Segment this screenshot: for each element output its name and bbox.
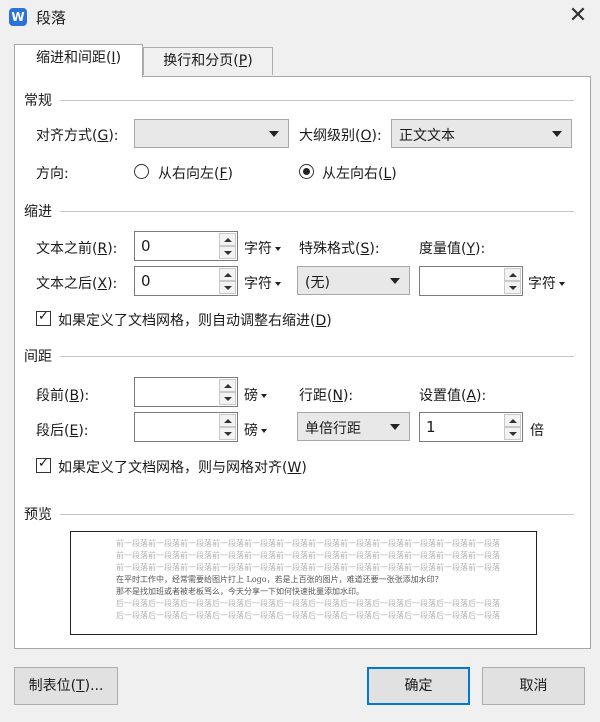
chevron-down-icon bbox=[269, 131, 279, 137]
preview-line-before: 前一段落前一段落前一段落前一段落前一段落前一段落前一段落前一段落前一段落前一段落… bbox=[116, 539, 500, 548]
rtl-radio[interactable] bbox=[134, 164, 149, 179]
preview-sample-line: 在平时工作中，经常需要给图片打上 Logo，若是上百张的图片，难道还要一张张添加… bbox=[116, 575, 443, 584]
section-divider bbox=[60, 356, 574, 357]
tabs-button[interactable]: 制表位(T)... bbox=[14, 667, 118, 705]
dropdown-arrow-icon bbox=[261, 429, 267, 433]
increment-icon[interactable] bbox=[504, 268, 521, 281]
dialog-title: 段落 bbox=[36, 9, 67, 27]
section-divider bbox=[60, 514, 574, 515]
indent-after-stepper[interactable]: 0 bbox=[134, 266, 238, 296]
indent-before-label: 文本之前(R): bbox=[36, 241, 118, 257]
indent-after-unit[interactable]: 字符 bbox=[244, 273, 281, 293]
preview-line-after: 后一段落后一段落后一段落后一段落后一段落后一段落后一段落后一段落后一段落后一段落… bbox=[116, 611, 500, 620]
indent-after-label: 文本之后(X): bbox=[36, 276, 118, 292]
rtl-radio-label[interactable]: 从右向左(F) bbox=[158, 163, 233, 183]
close-icon[interactable]: ✕ bbox=[567, 4, 589, 28]
space-before-unit[interactable]: 磅 bbox=[244, 385, 267, 405]
chevron-down-icon bbox=[552, 131, 562, 137]
tab-indent-spacing[interactable]: 缩进和间距(I) bbox=[14, 44, 143, 77]
auto-adjust-indent-checkbox[interactable] bbox=[36, 309, 51, 326]
increment-icon[interactable] bbox=[219, 268, 236, 281]
setting-value-stepper[interactable]: 1 bbox=[419, 412, 523, 442]
indent-before-stepper[interactable]: 0 bbox=[134, 231, 238, 261]
cancel-button[interactable]: 取消 bbox=[482, 667, 585, 705]
line-spacing-select[interactable]: 单倍行距 bbox=[297, 412, 410, 441]
dropdown-arrow-icon bbox=[559, 282, 565, 286]
increment-icon[interactable] bbox=[504, 414, 521, 427]
increment-icon[interactable] bbox=[219, 414, 236, 427]
special-format-label: 特殊格式(S): bbox=[299, 241, 380, 257]
decrement-icon[interactable] bbox=[219, 246, 236, 259]
increment-icon[interactable] bbox=[219, 233, 236, 246]
special-format-select[interactable]: (无) bbox=[297, 266, 410, 295]
paragraph-preview: 前一段落前一段落前一段落前一段落前一段落前一段落前一段落前一段落前一段落前一段落… bbox=[70, 531, 537, 635]
dropdown-arrow-icon bbox=[275, 282, 281, 286]
space-before-label: 段前(B): bbox=[36, 388, 90, 404]
auto-adjust-indent-label[interactable]: 如果定义了文档网格，则自动调整右缩进(D) bbox=[58, 310, 332, 330]
space-before-stepper[interactable] bbox=[134, 377, 238, 407]
decrement-icon[interactable] bbox=[504, 281, 521, 294]
section-indent-title: 缩进 bbox=[24, 204, 52, 220]
setting-value-unit: 倍 bbox=[530, 423, 544, 439]
preview-sample-line: 那不是找加班或者被老板骂么，今天分享一下如何快速批量添加水印。 bbox=[116, 587, 364, 596]
outline-level-select[interactable]: 正文文本 bbox=[391, 119, 572, 148]
chevron-down-icon bbox=[390, 424, 400, 430]
section-general-title: 常规 bbox=[24, 93, 52, 109]
preview-line-before: 前一段落前一段落前一段落前一段落前一段落前一段落前一段落前一段落前一段落前一段落… bbox=[116, 563, 500, 572]
measure-stepper[interactable] bbox=[419, 266, 523, 296]
alignment-label: 对齐方式(G): bbox=[36, 128, 119, 144]
dropdown-arrow-icon bbox=[261, 394, 267, 398]
title-bar: W 段落 ✕ bbox=[0, 0, 600, 34]
chevron-down-icon bbox=[390, 278, 400, 284]
dropdown-arrow-icon bbox=[275, 247, 281, 251]
section-preview-title: 预览 bbox=[24, 507, 52, 523]
line-spacing-label: 行距(N): bbox=[299, 388, 354, 404]
wps-writer-icon: W bbox=[9, 8, 27, 26]
decrement-icon[interactable] bbox=[219, 427, 236, 440]
decrement-icon[interactable] bbox=[219, 281, 236, 294]
preview-line-after: 后一段落后一段落后一段落后一段落后一段落后一段落后一段落后一段落后一段落后一段落… bbox=[116, 599, 500, 608]
section-spacing-title: 间距 bbox=[24, 349, 52, 365]
measure-unit[interactable]: 字符 bbox=[528, 273, 565, 293]
measure-label: 度量值(Y): bbox=[419, 241, 486, 257]
increment-icon[interactable] bbox=[219, 379, 236, 392]
space-after-unit[interactable]: 磅 bbox=[244, 420, 267, 440]
direction-label: 方向: bbox=[36, 166, 69, 182]
snap-to-grid-checkbox[interactable] bbox=[36, 456, 51, 473]
ltr-radio[interactable] bbox=[299, 164, 314, 179]
decrement-icon[interactable] bbox=[219, 392, 236, 405]
snap-to-grid-label[interactable]: 如果定义了文档网格，则与网格对齐(W) bbox=[58, 457, 307, 477]
decrement-icon[interactable] bbox=[504, 427, 521, 440]
preview-line-before: 前一段落前一段落前一段落前一段落前一段落前一段落前一段落前一段落前一段落前一段落… bbox=[116, 551, 500, 560]
section-divider bbox=[60, 211, 574, 212]
ok-button[interactable]: 确定 bbox=[367, 667, 470, 705]
tab-line-page-breaks[interactable]: 换行和分页(P) bbox=[143, 47, 273, 75]
setting-value-label: 设置值(A): bbox=[419, 388, 487, 404]
ltr-radio-label[interactable]: 从左向右(L) bbox=[322, 163, 397, 183]
outline-level-label: 大纲级别(O): bbox=[299, 128, 382, 144]
section-divider bbox=[60, 100, 574, 101]
alignment-select[interactable] bbox=[134, 119, 289, 148]
indent-before-unit[interactable]: 字符 bbox=[244, 238, 281, 258]
space-after-stepper[interactable] bbox=[134, 412, 238, 442]
space-after-label: 段后(E): bbox=[36, 423, 89, 439]
